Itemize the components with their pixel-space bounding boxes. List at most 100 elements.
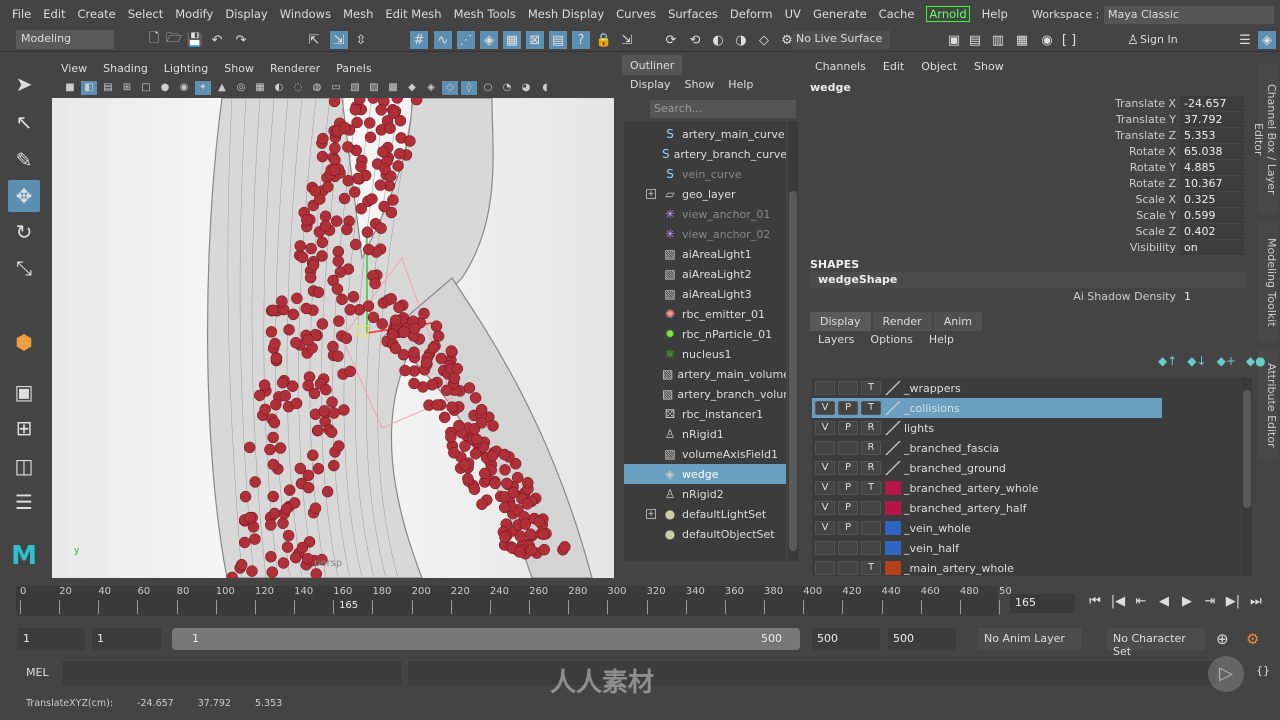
snap-point-icon[interactable]: ⋰ [457, 31, 475, 49]
sign-in-button[interactable]: Sign In [1140, 33, 1178, 46]
shaded-wire-icon[interactable]: ◈ [423, 81, 439, 95]
select-object-icon[interactable]: ⇲ [330, 31, 348, 49]
new-layer-selected-icon[interactable]: ◆● [1246, 354, 1266, 368]
script-language-label[interactable]: MEL [26, 666, 49, 679]
current-frame-field[interactable]: 165 [1010, 594, 1075, 613]
step-back-frame-icon[interactable]: ⇤ [1131, 594, 1151, 613]
hypershade-icon[interactable]: ◇ [755, 31, 773, 49]
outliner-menu-help[interactable]: Help [728, 78, 753, 91]
outliner-item[interactable]: ⚛ nucleus1 [624, 344, 786, 364]
layer-row[interactable]: T _main_artery_whole [812, 558, 1242, 578]
channel-row[interactable]: Scale X 0.325 [808, 192, 1244, 208]
viewport-menu-shading[interactable]: Shading [103, 62, 148, 75]
layer-t-toggle[interactable]: R [861, 441, 881, 455]
arnold-ipr-icon[interactable]: [ ] [1060, 31, 1078, 49]
outliner-item[interactable]: ✳ view_anchor_01 [624, 204, 786, 224]
outliner-item[interactable]: Sartery_branch_curve [624, 144, 786, 164]
construction-icon[interactable]: ⟲ [686, 31, 704, 49]
layer-color-swatch[interactable] [885, 401, 901, 415]
resolution-gate-icon[interactable]: ▭ [328, 81, 344, 95]
outliner-scrollbar[interactable] [788, 121, 798, 561]
anim-start-field[interactable]: 1 [92, 628, 162, 650]
end-time-field[interactable]: 500 [888, 628, 956, 650]
two-view-layout-icon[interactable]: ◫ [8, 450, 40, 482]
layer-t-toggle[interactable]: R [861, 461, 881, 475]
symmetry-icon[interactable]: ⇲ [618, 31, 636, 49]
outliner-item[interactable]: + ▱ geo_layer [624, 184, 786, 204]
layer-color-swatch[interactable] [885, 421, 901, 435]
gamma-icon[interactable]: ◖ [537, 81, 553, 95]
grid-icon[interactable]: ⊞ [119, 81, 135, 95]
layer-v-toggle[interactable] [815, 541, 835, 555]
menu-modify[interactable]: Modify [175, 7, 213, 21]
layer-t-toggle[interactable] [861, 521, 881, 535]
render-icon[interactable]: ◐ [709, 31, 727, 49]
image-plane-icon[interactable]: ◧ [81, 81, 97, 95]
xray-icon[interactable]: ◌ [290, 81, 306, 95]
layer-tab-render[interactable]: Render [872, 312, 932, 331]
channel-row[interactable]: Scale Z 0.402 [808, 224, 1244, 240]
outliner-menu-show[interactable]: Show [685, 78, 715, 91]
single-layout-icon[interactable]: ▣ [8, 376, 40, 408]
channel-value[interactable]: 4.885 [1180, 160, 1244, 175]
range-slider[interactable]: 1 500 [172, 628, 800, 650]
layer-tab-anim[interactable]: Anim [933, 312, 982, 331]
show-channel-box-icon[interactable]: ◈ [1258, 31, 1276, 49]
menu-edit[interactable]: Edit [43, 7, 65, 21]
arnold-render-icon[interactable]: ◉ [1038, 31, 1056, 49]
3d-viewport[interactable]: y persp [52, 98, 614, 578]
layer-row[interactable]: R _branched_fascia [812, 438, 1242, 458]
channel-value[interactable]: 0.599 [1180, 208, 1244, 223]
anim-layer-select[interactable]: No Anim Layer [978, 628, 1082, 650]
outliner-item[interactable]: ✹ rbc_nParticle_01 [624, 324, 786, 344]
help-snap-icon[interactable]: ? [572, 31, 590, 49]
history-icon[interactable]: ⟳ [662, 31, 680, 49]
snap-view-icon[interactable]: ◈ [480, 31, 498, 49]
isolate-icon[interactable]: ◍ [309, 81, 325, 95]
snap-curve-icon[interactable]: ∿ [434, 31, 452, 49]
layer-v-toggle[interactable]: V [815, 521, 835, 535]
animation-prefs-icon[interactable]: ⚙ [1246, 630, 1259, 648]
layer-v-toggle[interactable]: V [815, 401, 835, 415]
menu-edit-mesh[interactable]: Edit Mesh [385, 7, 441, 21]
move-layer-up-icon[interactable]: ◆↑ [1158, 354, 1177, 368]
layer-color-swatch[interactable] [885, 461, 901, 475]
field-chart-icon[interactable]: ▧ [347, 81, 363, 95]
layer-color-swatch[interactable] [885, 501, 901, 515]
layer-p-toggle[interactable]: P [838, 521, 858, 535]
render-view-icon[interactable]: ▣ [945, 31, 963, 49]
layer-v-toggle[interactable]: V [815, 501, 835, 515]
four-view-layout-icon[interactable]: ⊞ [8, 412, 40, 444]
layer-p-toggle[interactable] [838, 561, 858, 575]
layer-color-swatch[interactable] [885, 561, 901, 575]
layer-t-toggle[interactable]: T [861, 481, 881, 495]
channel-row[interactable]: Visibility on [808, 240, 1244, 256]
layer-p-toggle[interactable] [838, 441, 858, 455]
menu-mesh-tools[interactable]: Mesh Tools [454, 7, 516, 21]
outliner-tab[interactable]: Outliner [622, 55, 682, 75]
layer-menu-options[interactable]: Options [870, 333, 912, 346]
menu-mesh-display[interactable]: Mesh Display [528, 7, 604, 21]
step-back-key-icon[interactable]: |◀ [1108, 594, 1128, 613]
hud-icon[interactable]: ○ [480, 81, 496, 95]
layer-t-toggle[interactable] [861, 541, 881, 555]
channel-menu-edit[interactable]: Edit [883, 60, 904, 73]
layer-v-toggle[interactable] [815, 381, 835, 395]
shaded-icon[interactable]: ● [157, 81, 173, 95]
layer-color-swatch[interactable] [885, 381, 901, 395]
command-input[interactable] [62, 661, 402, 685]
menu-select[interactable]: Select [128, 7, 163, 21]
channel-value[interactable]: 10.367 [1180, 176, 1244, 191]
select-hierarchy-icon[interactable]: ⇱ [305, 31, 323, 49]
go-to-end-icon[interactable]: ⏭ [1246, 594, 1266, 613]
gate-mask-icon[interactable]: ▩ [385, 81, 401, 95]
backface-icon[interactable]: ◊ [461, 81, 477, 95]
snap-surface-icon[interactable]: ▦ [503, 31, 521, 49]
outliner-item[interactable]: Svein_curve [624, 164, 786, 184]
channel-value[interactable]: -24.657 [1180, 96, 1244, 111]
layer-v-toggle[interactable] [815, 561, 835, 575]
move-layer-down-icon[interactable]: ◆↓ [1187, 354, 1206, 368]
textured-icon[interactable]: ◉ [176, 81, 192, 95]
menu-set-select[interactable]: Modeling [16, 30, 114, 49]
menu-help[interactable]: Help [982, 7, 1008, 21]
